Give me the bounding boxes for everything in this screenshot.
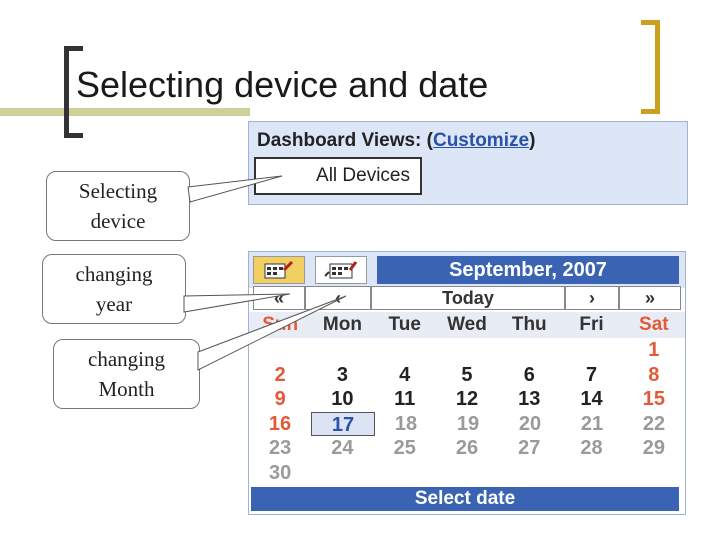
callout-line: year [95,292,133,316]
calendar-day-cell[interactable]: 29 [623,436,685,461]
calendar-day-cell [311,461,373,486]
date-calendar: September, 2007 « ‹ Today › » Sun Mon Tu… [248,251,686,515]
calendar-day-cell[interactable]: 4 [374,363,436,388]
calendar-day-cell[interactable]: 5 [436,363,498,388]
calendar-day-cell[interactable]: 11 [374,387,436,412]
calendar-day-cell [560,338,622,363]
calendar-week-row: 16 17 18 19 20 21 22 [249,411,685,437]
calendar-range-icon[interactable] [315,256,367,284]
dashboard-views-panel: Dashboard Views: (Customize) All Devices [248,121,688,205]
weekday-sun: Sun [262,314,299,335]
calendar-day-cell[interactable]: 6 [498,363,560,388]
calendar-nav-row: « ‹ Today › » [253,286,681,310]
calendar-day-cell [560,461,622,486]
dashboard-views-label: Dashboard Views: ( [257,130,433,151]
calendar-day-cell [436,338,498,363]
select-date-button[interactable]: Select date [251,487,679,511]
calendar-day-cell[interactable]: 22 [623,412,685,437]
calendar-day-cell[interactable]: 2 [249,363,311,388]
callout-changing-month: changing Month [53,339,200,409]
calendar-day-cell [374,461,436,486]
calendar-day-cell[interactable]: 25 [374,436,436,461]
weekday-thu: Thu [511,314,547,335]
calendar-day-cell[interactable]: 17 [311,411,375,436]
calendar-day-cell[interactable]: 13 [498,387,560,412]
calendar-day-cell [498,338,560,363]
callout-line: Selecting [78,179,158,203]
next-month-button[interactable]: › [565,286,619,310]
callout-line: Month [98,377,155,401]
calendar-day-cell[interactable]: 19 [437,412,499,437]
device-select-value: All Devices [316,165,410,186]
weekday-header-row: Sun Mon Tue Wed Thu Fri Sat [249,312,685,338]
calendar-day-cell [249,338,311,363]
calendar-day-cell [623,461,685,486]
calendar-week-row: 9 10 11 12 13 14 15 [249,387,685,412]
calendar-day-cell[interactable]: 23 [249,436,311,461]
calendar-day-cell[interactable]: 10 [311,387,373,412]
dashboard-views-title: Dashboard Views: (Customize) [257,130,535,152]
customize-link[interactable]: Customize [433,130,529,151]
calendar-day-cell[interactable]: 24 [311,436,373,461]
today-button[interactable]: Today [371,286,565,310]
calendar-header: September, 2007 [249,252,685,288]
calendar-day-cell[interactable]: 7 [560,363,622,388]
weekday-wed: Wed [447,314,487,335]
calendar-day-cell[interactable]: 26 [436,436,498,461]
slide-title: Selecting device and date [76,64,489,105]
calendar-day-cell[interactable]: 28 [560,436,622,461]
calendar-day-cell[interactable]: 1 [623,338,685,363]
calendar-week-row: 30 [249,461,685,486]
callout-changing-year: changing year [42,254,186,324]
dashboard-views-close-paren: ) [529,130,536,151]
calendar-day-cell[interactable]: 9 [249,387,311,412]
next-year-button[interactable]: » [619,286,681,310]
device-select[interactable]: All Devices [254,157,422,195]
calendar-week-row: 23 24 25 26 27 28 29 [249,436,685,461]
calendar-view-icon[interactable] [253,256,305,284]
prev-month-button[interactable]: ‹ [305,286,371,310]
weekday-mon: Mon [322,314,362,335]
calendar-day-cell[interactable]: 21 [561,412,623,437]
calendar-day-cell [436,461,498,486]
weekday-fri: Fri [579,314,604,335]
calendar-day-cell[interactable]: 3 [311,363,373,388]
right-bracket-decoration [641,20,660,114]
weekday-sat: Sat [639,314,669,335]
callout-line: device [90,209,146,233]
prev-year-button[interactable]: « [253,286,305,310]
calendar-month-title: September, 2007 [377,256,679,284]
calendar-day-cell[interactable]: 12 [436,387,498,412]
calendar-day-cell [498,461,560,486]
weekday-tue: Tue [388,314,421,335]
callout-line: changing [75,262,153,286]
calendar-day-cell [374,338,436,363]
calendar-week-row: 1 [249,338,685,363]
calendar-day-cell[interactable]: 14 [560,387,622,412]
calendar-day-cell[interactable]: 20 [499,412,561,437]
calendar-day-cell [311,338,373,363]
callout-line: changing [88,347,165,371]
title-accent-bar [0,108,250,116]
calendar-day-cell[interactable]: 30 [249,461,311,486]
calendar-day-cell[interactable]: 27 [498,436,560,461]
callout-selecting-device: Selecting device [46,171,190,241]
calendar-day-cell[interactable]: 18 [375,412,437,437]
calendar-day-cell[interactable]: 8 [623,363,685,388]
calendar-day-cell[interactable]: 15 [623,387,685,412]
calendar-week-row: 2345678 [249,363,685,388]
calendar-day-cell[interactable]: 16 [249,412,311,437]
